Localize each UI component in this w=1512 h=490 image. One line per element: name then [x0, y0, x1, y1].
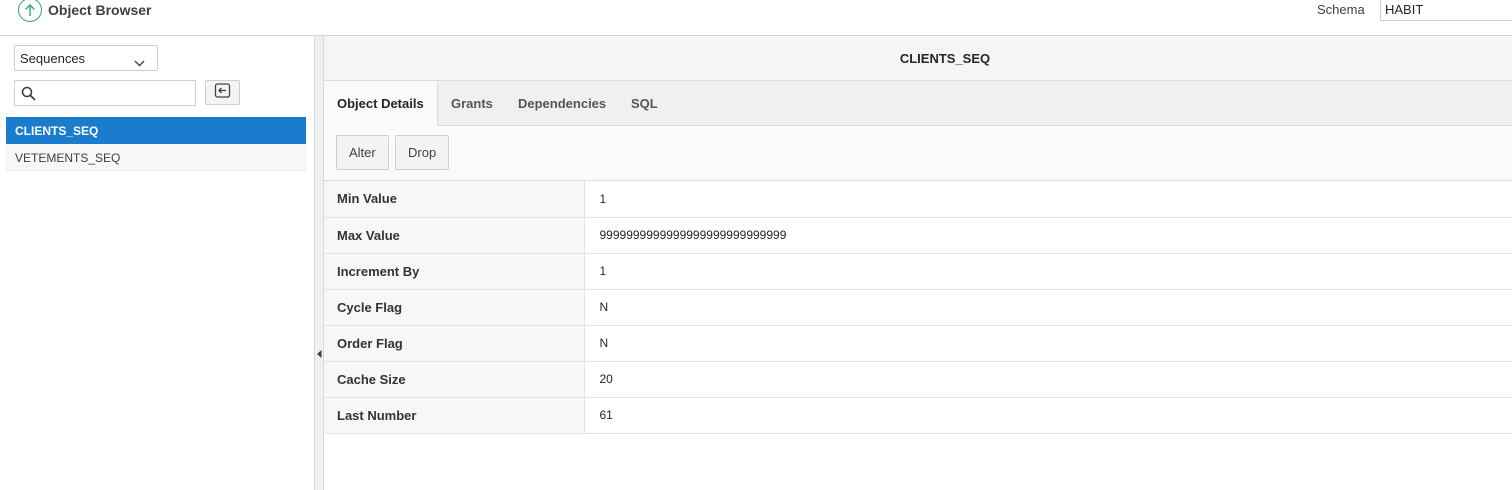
- tab-grants[interactable]: Grants: [438, 81, 506, 126]
- list-item-vetements-seq[interactable]: VETEMENTS_SEQ: [6, 144, 306, 171]
- object-title: CLIENTS_SEQ: [899, 51, 991, 66]
- detail-label: Last Number: [324, 397, 585, 434]
- table-row: Cycle Flag N: [324, 289, 1512, 326]
- detail-value: 9999999999999999999999999999: [584, 217, 1512, 254]
- tab-object-details[interactable]: Object Details: [324, 81, 438, 127]
- schema-input[interactable]: [1380, 0, 1512, 21]
- table-row: Min Value 1: [324, 181, 1512, 218]
- reset-search-button[interactable]: [205, 80, 240, 105]
- detail-label: Cycle Flag: [324, 289, 585, 326]
- tab-bar: Object Details Grants Dependencies SQL: [324, 81, 1512, 127]
- object-list: CLIENTS_SEQ VETEMENTS_SEQ: [6, 117, 306, 171]
- detail-value: 20: [584, 361, 1512, 398]
- collapse-left-icon[interactable]: [317, 345, 322, 363]
- object-type-value: Sequences: [20, 51, 86, 66]
- list-item-clients-seq[interactable]: CLIENTS_SEQ: [6, 117, 306, 144]
- object-list-panel: Sequences CLIENTS_SEQ VETEMENTS_SEQ: [0, 36, 314, 490]
- table-row: Max Value 9999999999999999999999999999: [324, 217, 1512, 254]
- table-row: Order Flag N: [324, 325, 1512, 362]
- chevron-down-icon: [134, 55, 145, 70]
- object-detail-panel: CLIENTS_SEQ Object Details Grants Depend…: [324, 36, 1512, 490]
- detail-label: Min Value: [324, 181, 585, 218]
- table-row: Cache Size 20: [324, 361, 1512, 398]
- detail-value: N: [584, 325, 1512, 362]
- details-table: Min Value 1 Max Value 999999999999999999…: [324, 181, 1512, 434]
- detail-value: 1: [584, 181, 1512, 218]
- table-row: Increment By 1: [324, 253, 1512, 290]
- tab-dependencies[interactable]: Dependencies: [505, 81, 619, 126]
- detail-label: Order Flag: [324, 325, 585, 362]
- arrow-up-circle-icon[interactable]: [18, 0, 42, 22]
- alter-button[interactable]: Alter: [336, 135, 389, 170]
- page-header: Object Browser Schema: [0, 0, 1512, 36]
- panel-splitter[interactable]: [314, 36, 324, 490]
- schema-label: Schema: [1317, 2, 1365, 17]
- action-toolbar: Alter Drop: [324, 126, 1512, 181]
- search-icon: [21, 86, 36, 106]
- detail-value: 1: [584, 253, 1512, 290]
- object-type-select[interactable]: Sequences: [14, 45, 158, 71]
- search-box: [14, 80, 196, 106]
- reset-icon: [214, 82, 231, 103]
- detail-value: N: [584, 289, 1512, 326]
- detail-label: Max Value: [324, 217, 585, 254]
- tab-sql[interactable]: SQL: [618, 81, 671, 126]
- detail-label: Increment By: [324, 253, 585, 290]
- object-title-bar: CLIENTS_SEQ: [324, 36, 1512, 81]
- detail-label: Cache Size: [324, 361, 585, 398]
- search-input[interactable]: [41, 83, 191, 103]
- detail-value: 61: [584, 397, 1512, 434]
- page-title: Object Browser: [48, 2, 152, 18]
- table-row: Last Number 61: [324, 397, 1512, 434]
- drop-button[interactable]: Drop: [395, 135, 450, 170]
